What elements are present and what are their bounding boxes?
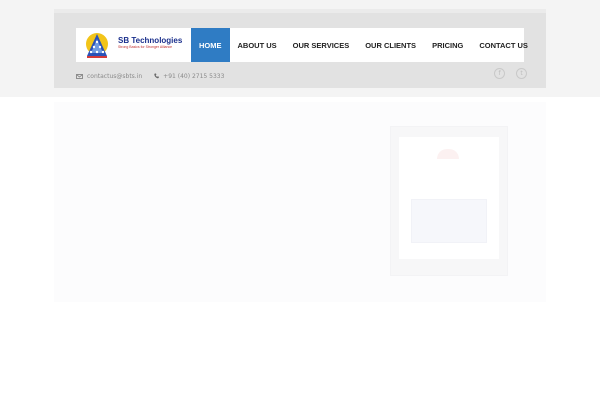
hero-image-panel xyxy=(411,199,487,243)
brand-tagline: Strong Basics for Stronger Alliance xyxy=(118,45,173,49)
hero-image-logo xyxy=(437,149,459,159)
navbar: SB Technologies Strong Basics for Strong… xyxy=(76,28,528,62)
hero-slider xyxy=(54,102,546,302)
contact-email[interactable]: contactus@sbts.in xyxy=(76,73,142,80)
twitter-icon[interactable]: t xyxy=(516,68,527,79)
nav-pricing[interactable]: PRICING xyxy=(424,28,471,62)
contact-phone[interactable]: +91 (40) 2715 5333 xyxy=(154,73,224,80)
nav-our-services[interactable]: OUR SERVICES xyxy=(285,28,358,62)
envelope-icon xyxy=(76,73,83,79)
contact-bar: contactus@sbts.in +91 (40) 2715 5333 xyxy=(76,70,236,82)
hero-image-card xyxy=(390,126,508,276)
logo-text: SB Technologies Strong Basics for Strong… xyxy=(118,36,184,50)
hero-image-inner xyxy=(399,137,499,259)
nav-contact-us[interactable]: CONTACT US xyxy=(471,28,536,62)
contact-email-text: contactus@sbts.in xyxy=(87,72,143,80)
main-menu: HOME ABOUT US OUR SERVICES OUR CLIENTS P… xyxy=(191,28,536,62)
phone-icon xyxy=(154,73,159,79)
brand-name: SB Technologies xyxy=(118,36,183,45)
site-logo[interactable]: SB Technologies Strong Basics for Strong… xyxy=(82,31,182,59)
nav-home[interactable]: HOME xyxy=(191,28,230,62)
site-header: SB Technologies Strong Basics for Strong… xyxy=(54,13,546,88)
nav-our-clients[interactable]: OUR CLIENTS xyxy=(357,28,424,62)
contact-phone-text: +91 (40) 2715 5333 xyxy=(163,72,225,80)
logo-emblem-icon xyxy=(86,33,108,58)
facebook-icon[interactable]: f xyxy=(494,68,505,79)
nav-about-us[interactable]: ABOUT US xyxy=(230,28,285,62)
